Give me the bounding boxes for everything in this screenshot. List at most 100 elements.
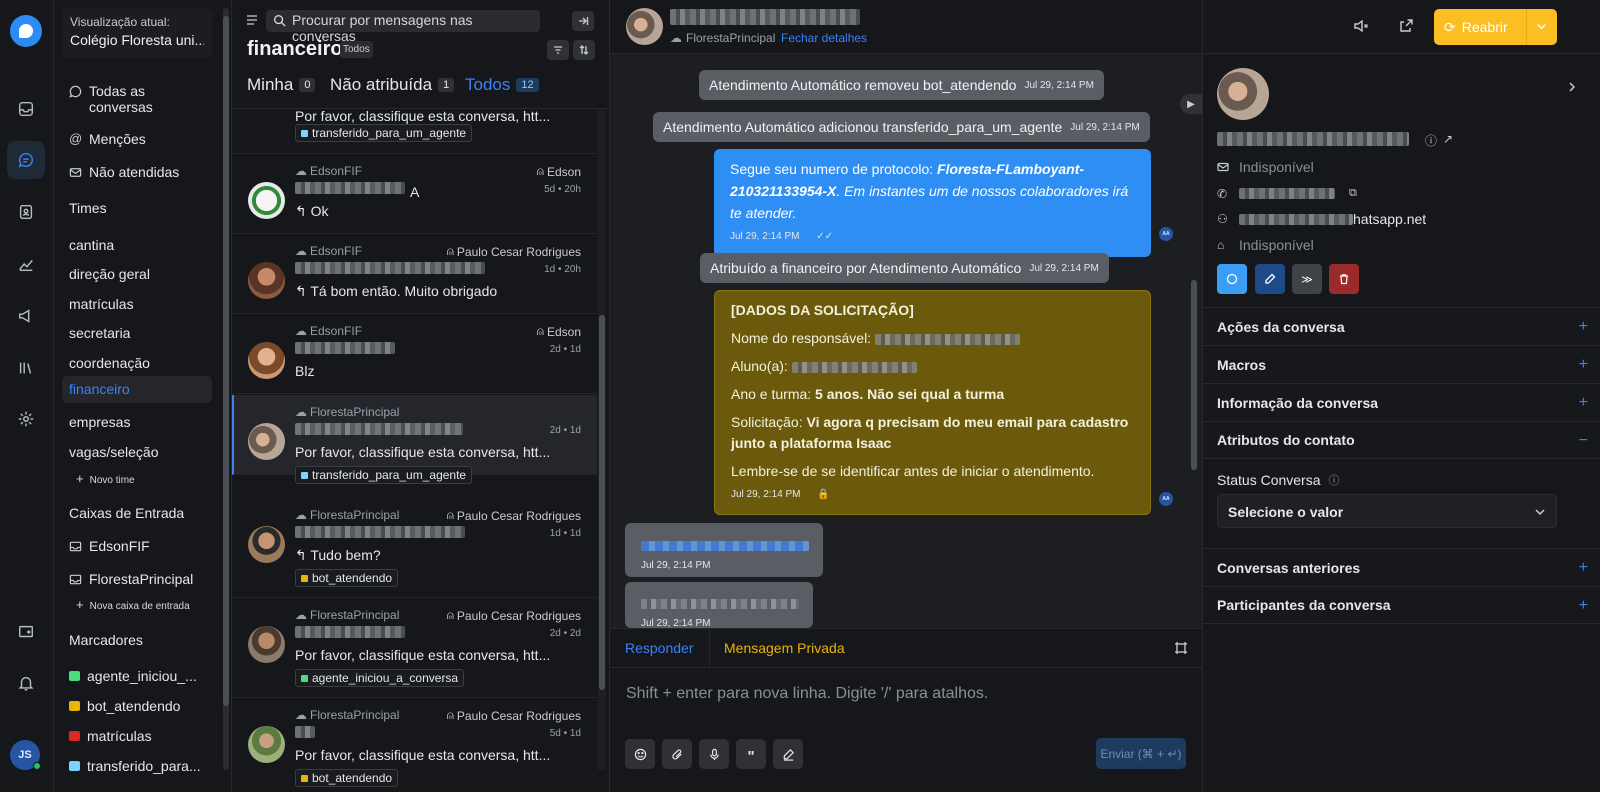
reports-icon[interactable]	[7, 245, 45, 283]
sidebar-item-unattended[interactable]: Não atendidas	[62, 160, 212, 184]
quote-button[interactable]: "	[736, 739, 766, 769]
voice-record-button[interactable]	[699, 739, 729, 769]
share-icon[interactable]	[1398, 17, 1416, 35]
sidebar-label-agente-iniciou[interactable]: agente_iniciou_...	[62, 664, 212, 688]
info-icon[interactable]: ⓘ	[1425, 132, 1437, 149]
label-color-swatch	[69, 731, 80, 741]
current-view-switcher[interactable]: Visualização atual: Colégio Floresta uni…	[62, 8, 212, 58]
list-item[interactable]: ☁ EdsonFIF ⍝ Paulo Cesar Rodrigues 1d • 20…	[232, 234, 597, 314]
status-filter-badge[interactable]: Todos	[340, 41, 373, 58]
sidebar-team-secretaria[interactable]: secretaria	[62, 321, 212, 345]
contact-avatar	[248, 423, 285, 460]
conversation-list-scrollbar[interactable]	[598, 110, 606, 770]
inbox-icon[interactable]	[7, 90, 45, 128]
tab-minha[interactable]: Minha 0	[247, 75, 316, 95]
sort-button[interactable]	[573, 40, 595, 60]
emoji-button[interactable]	[625, 739, 655, 769]
chat-scrollbar[interactable]	[1190, 60, 1198, 620]
sidebar-item-all-conversations[interactable]: Todas as conversas	[62, 79, 212, 119]
list-item[interactable]: ☁ FlorestaPrincipal ⍝ Paulo Cesar Rodrigue…	[232, 498, 597, 598]
conversation-time: 2d • 1d	[549, 344, 581, 355]
close-details-link[interactable]: Fechar detalhes	[781, 31, 867, 45]
chevron-right-icon[interactable]	[1566, 81, 1578, 93]
tab-private-note[interactable]: Mensagem Privada	[709, 629, 860, 667]
edit-contact-button[interactable]	[1255, 264, 1285, 294]
user-avatar[interactable]: JS	[10, 740, 41, 770]
sidebar-team-financeiro[interactable]: financeiro	[62, 376, 212, 403]
list-item[interactable]: ☁ FlorestaPrincipal ⍝ Paulo Cesar Rodrigue…	[232, 598, 597, 698]
inbox-name: ☁ EdsonFIF	[295, 244, 363, 258]
mute-speaker-icon[interactable]	[1352, 17, 1370, 35]
signature-button[interactable]	[773, 739, 803, 769]
notifications-bell-icon[interactable]	[7, 664, 45, 702]
campaigns-icon[interactable]	[7, 297, 45, 335]
assignee: ⍝ Paulo Cesar Rodrigues	[446, 244, 581, 259]
person-icon: ⍝	[446, 508, 454, 522]
attach-button[interactable]	[662, 739, 692, 769]
message-input[interactable]: Shift + enter para nova linha. Digite '/…	[626, 685, 988, 703]
dashboard-apps-icon[interactable]	[7, 613, 45, 651]
search-input[interactable]: Procurar por mensagens nas conversas	[266, 10, 540, 44]
status-conversa-select[interactable]: Selecione o valor	[1217, 494, 1557, 528]
sidebar-team-empresas[interactable]: empresas	[62, 410, 212, 434]
list-item[interactable]: ☁ EdsonFIF ⍝ Edson A 5d • 20h ↰ Ok	[232, 154, 597, 234]
copy-icon[interactable]: ⧉	[1349, 187, 1357, 200]
list-item[interactable]: ☁ EdsonFIF ⍝ Edson 2d • 1d Blz	[232, 314, 597, 394]
chevron-down-icon[interactable]	[1536, 21, 1547, 32]
delete-contact-button[interactable]	[1329, 264, 1359, 294]
filter-button[interactable]	[547, 40, 569, 60]
sidebar-item-mentions[interactable]: @ Menções	[62, 127, 212, 151]
new-team-button[interactable]: + Novo time	[76, 471, 135, 486]
list-item-selected[interactable]: ☁ FlorestaPrincipal 2d • 1d Por favor, cl…	[232, 395, 597, 484]
inbox-name: ☁ FlorestaPrincipal	[295, 608, 400, 622]
send-button[interactable]: Enviar (⌘ + ↵)	[1096, 738, 1186, 769]
section-contact-attributes[interactable]: Atributos do contato −	[1203, 421, 1600, 459]
new-inbox-button[interactable]: + Nova caixa de entrada	[76, 597, 190, 612]
sidebar-team-cantina[interactable]: cantina	[62, 233, 212, 257]
contact-avatar	[248, 262, 285, 299]
menu-toggle-icon[interactable]	[246, 14, 258, 26]
library-icon[interactable]	[7, 349, 45, 387]
sidebar-inbox-florestaprincipal[interactable]: FlorestaPrincipal	[62, 567, 212, 591]
toggle-contact-panel-button[interactable]: ▶	[1180, 94, 1202, 114]
tab-reply[interactable]: Responder	[610, 629, 710, 667]
settings-gear-icon[interactable]	[7, 400, 45, 438]
contacts-icon[interactable]	[7, 193, 45, 231]
redacted-name	[791, 361, 917, 373]
mail-icon	[1217, 162, 1229, 172]
new-message-button[interactable]	[1217, 264, 1247, 294]
reopen-button[interactable]: ⟳ Reabrir	[1434, 9, 1557, 45]
message-time: Jul 29, 2:14 PM ✓✓	[730, 231, 834, 242]
conversation-time: 2d • 1d	[549, 425, 581, 436]
contact-avatar[interactable]	[626, 8, 663, 45]
cloud-icon: ☁	[295, 405, 307, 419]
contact-avatar	[248, 726, 285, 763]
app-logo[interactable]	[10, 15, 42, 47]
expand-editor-icon[interactable]	[1174, 641, 1188, 655]
sidebar-label-bot-atendendo[interactable]: bot_atendendo	[62, 694, 212, 718]
sidebar-label-matriculas[interactable]: matrículas	[62, 724, 212, 748]
collapse-panel-button[interactable]	[572, 11, 594, 31]
sidebar-team-matriculas[interactable]: matrículas	[62, 292, 212, 316]
merge-contact-button[interactable]: ≫	[1292, 264, 1322, 294]
sidebar-team-vagas-selecao[interactable]: vagas/seleção	[62, 440, 212, 464]
list-item[interactable]: ☁ FlorestaPrincipal ⍝ Paulo Cesar Rodrigue…	[232, 698, 597, 792]
sidebar-scrollbar[interactable]	[223, 8, 229, 770]
section-previous-conversations[interactable]: Conversas anteriores +	[1203, 548, 1600, 586]
conversations-icon[interactable]	[7, 141, 45, 179]
section-conversation-actions[interactable]: Ações da conversa +	[1203, 307, 1600, 345]
sidebar-team-direcao-geral[interactable]: direção geral	[62, 262, 212, 286]
last-message: ↰ Ok	[295, 203, 329, 219]
section-conversation-info[interactable]: Informação da conversa +	[1203, 383, 1600, 421]
tab-todos[interactable]: Todos 12	[465, 75, 539, 95]
sidebar-team-coordenacao[interactable]: coordenação	[62, 351, 212, 375]
section-macros[interactable]: Macros +	[1203, 345, 1600, 383]
sidebar-inbox-edsonfif[interactable]: EdsonFIF	[62, 534, 212, 558]
sidebar-label-transferido[interactable]: transferido_para...	[62, 754, 212, 778]
section-participants[interactable]: Participantes da conversa +	[1203, 586, 1600, 624]
contact-avatar	[1217, 68, 1269, 120]
external-link-icon[interactable]: ↗	[1443, 132, 1453, 146]
current-view-value: Colégio Floresta uni...	[70, 32, 204, 48]
tab-nao-atribuida[interactable]: Não atribuída 1	[330, 75, 455, 95]
label-color-swatch	[69, 761, 80, 771]
